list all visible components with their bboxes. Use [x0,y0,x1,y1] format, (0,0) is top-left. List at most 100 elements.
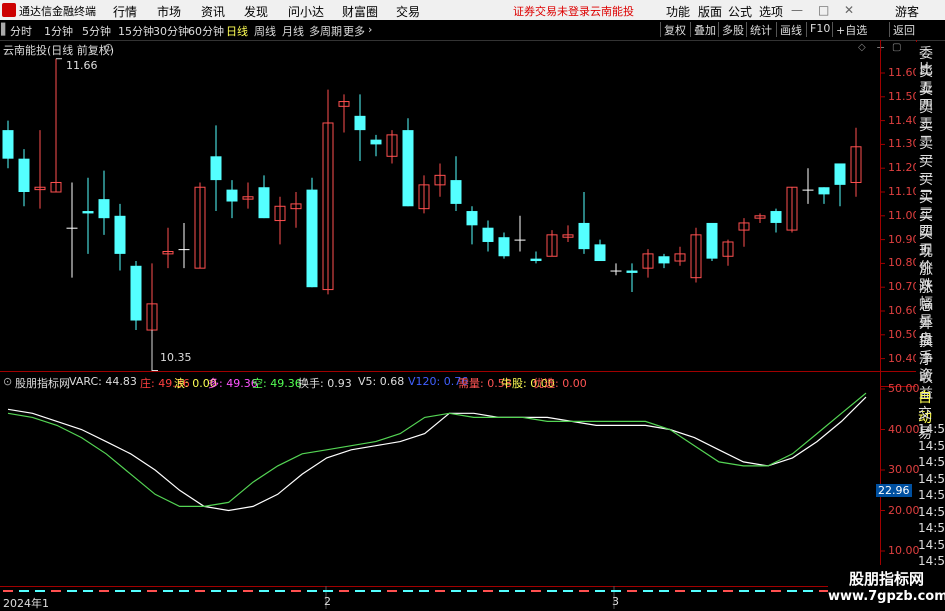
price-tick-label: 10.80 [888,256,920,270]
volume-bar [179,590,189,592]
volume-bar [499,590,509,592]
watermark-logo: 股朋指标网 www.7gpzb.com [828,565,945,609]
candle-body [370,139,382,145]
volume-bar [659,590,669,592]
volume-bar [579,590,589,592]
indicator-line [7,396,867,512]
volume-bar [755,590,765,592]
date-label-mar: 3 [612,595,619,608]
volume-bar [691,590,701,592]
trade-time-label: 14:56 [918,521,945,535]
trade-time-label: 14:56 [918,422,945,436]
candle-body [802,189,814,191]
indicator-tick-label: 20.00 [888,503,920,517]
volume-bar [99,590,109,592]
quote-panel: 委比 卖五 卖四 卖三 卖二 卖一 买一 买二 买三 买四 买五 现价 涨跌 涨幅 总量 外盘 换手 净资 收益 [916,42,945,402]
candle-body [98,199,110,219]
candle-body [530,258,542,262]
volume-bar [483,590,493,592]
volume-bar [419,590,429,592]
indicator-tick-label: 50.00 [888,382,920,395]
low-marker [151,330,158,371]
indicator-value: VARC: 44.83 [69,375,137,388]
low-price-label: 10.35 [160,351,192,364]
indicator-value: 优选: 0.00 [533,377,587,390]
indicator-current-value: 22.96 [876,484,912,497]
indicator-tick-label: 30.00 [888,463,920,476]
volume-bar [627,590,637,592]
indicator-value: 换手: 0.93 [298,377,352,390]
price-tick-label: 10.40 [888,351,920,365]
candle-body [658,256,670,264]
volume-bar [275,590,285,592]
volume-bar [147,590,157,592]
price-tick-label: 11.10 [888,185,920,198]
indicator-line [7,392,867,507]
candle-body [482,227,494,242]
trade-time-label: 14:56 [918,438,945,453]
candle-body [18,158,30,192]
volume-bar [595,590,605,592]
candle-body [594,244,606,262]
trade-time-label: 14:56 [918,488,945,502]
candle-body [130,265,142,321]
candle-body [258,187,270,219]
indicator-value: 空: 49.36 [252,377,302,390]
indicator-name[interactable]: 股朋指标网 [15,375,70,391]
indicator-settings-icon[interactable]: ⊙ [3,375,12,388]
candle-body [834,163,846,185]
price-tick-label: 10.60 [888,304,920,317]
volume-bar [787,590,797,592]
price-tick-label: 10.70 [888,280,920,294]
volume-bar [643,590,653,592]
price-tick-label: 10.90 [888,232,920,246]
candle-body [354,115,366,131]
trade-time-label: 14:56 [918,471,945,486]
indicator-tick-label: 40.00 [888,422,920,436]
volume-bar [115,590,125,592]
candle-body [226,189,238,202]
indicator-value: 多: 49.36 [208,377,258,390]
volume-bar [803,590,813,592]
volume-bar [515,590,525,592]
volume-bar [323,590,333,592]
chart-canvas[interactable] [0,0,945,609]
candle-body [770,211,782,223]
volume-bar [131,590,141,592]
price-tick-label: 11.40 [888,113,920,127]
volume-bar [259,590,269,592]
indicator-value: V5: 0.68 [358,375,405,388]
indicator-tick-label: 10.00 [888,544,920,557]
volume-bar [467,590,477,592]
volume-bar [387,590,397,592]
volume-bar [611,590,621,592]
volume-bar [771,590,781,592]
volume-bar [739,590,749,592]
high-price-label: 11.66 [66,59,98,72]
price-tick-label: 11.20 [888,161,920,175]
candle-body [450,180,462,204]
watermark-line1: 股朋指标网 [848,570,924,588]
volume-bar [211,590,221,592]
candle-body [498,237,510,257]
volume-bar [291,590,301,592]
date-label-feb: 2 [324,595,331,608]
price-tick-label: 10.50 [888,327,920,341]
candle-body [466,211,478,226]
candle-body [514,239,526,241]
volume-bar [67,590,77,592]
candle-body [610,270,622,272]
candle-body [306,189,318,288]
price-tick-label: 11.30 [888,137,920,151]
volume-bar [451,590,461,592]
trade-time-label: 14:56 [918,504,945,519]
candle-body [402,130,414,207]
volume-bar [195,590,205,592]
price-tick-label: 11.00 [888,208,920,222]
volume-bar [51,590,61,592]
volume-bar [227,590,237,592]
trade-time-label: 14:56 [918,537,945,552]
trade-time-label: 14:56 [918,455,945,469]
candle-body [818,187,830,195]
candle-body [82,211,94,214]
